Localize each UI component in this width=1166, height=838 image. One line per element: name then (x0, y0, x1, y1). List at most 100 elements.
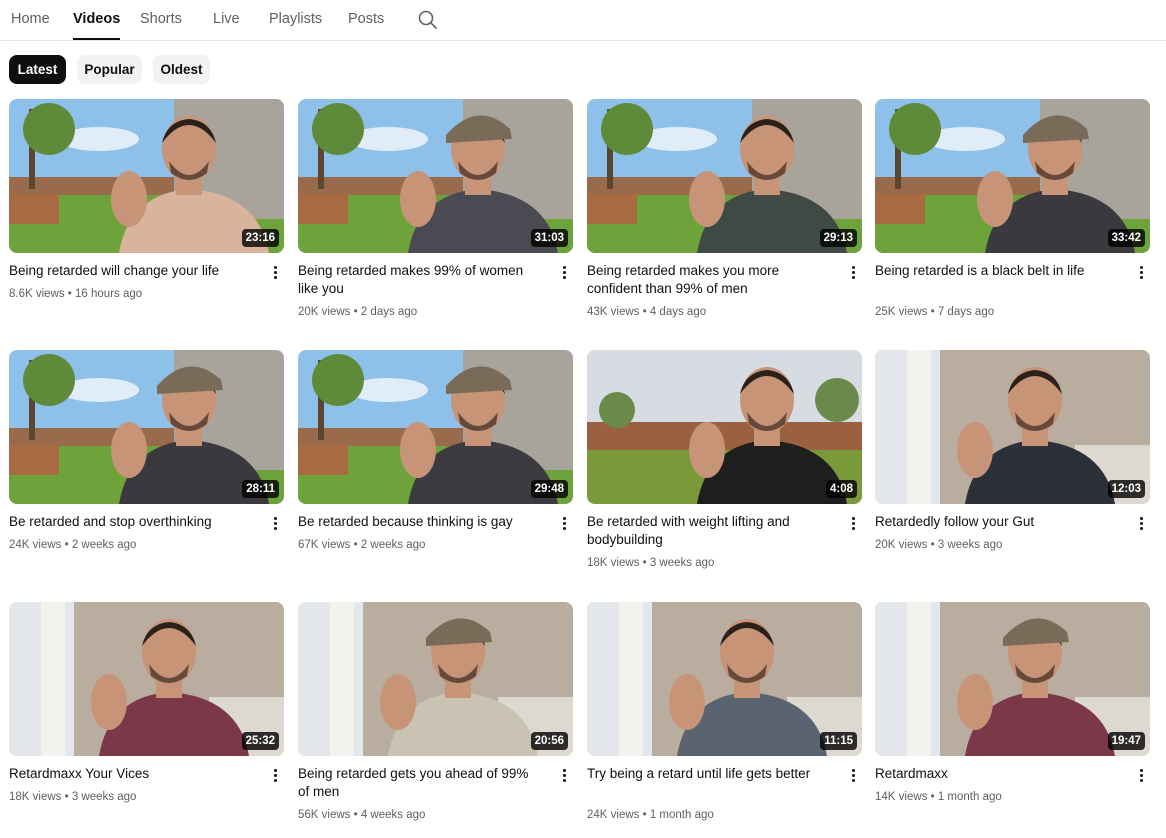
more-options-icon[interactable] (556, 515, 572, 535)
meta-separator: • (61, 791, 72, 803)
video-view-count: 25K views (875, 306, 928, 318)
video-card[interactable]: 12:03 Retardedly follow your Gut 20K views… (875, 350, 1150, 590)
more-options-icon[interactable] (267, 515, 283, 535)
video-upload-age: 2 weeks ago (71, 539, 137, 551)
video-thumbnail[interactable]: 31:03 (298, 99, 573, 253)
video-metadata: 20K views • 3 weeks ago (875, 537, 1002, 553)
video-card[interactable]: 19:47 Retardmaxx 14K views • 1 month ago (875, 602, 1150, 838)
video-duration-badge: 20:56 (530, 732, 568, 750)
more-options-icon[interactable] (845, 515, 861, 535)
video-thumbnail[interactable]: 29:13 (587, 99, 862, 253)
tab-live[interactable]: Live (213, 0, 240, 40)
tab-posts[interactable]: Posts (348, 0, 384, 40)
video-duration-badge: 4:08 (825, 480, 857, 498)
video-view-count: 56K views (298, 809, 351, 821)
meta-separator: • (350, 809, 361, 821)
more-options-icon[interactable] (1133, 515, 1149, 535)
video-card[interactable]: 29:48 Be retarded because thinking is gay… (298, 350, 573, 590)
tab-shorts[interactable]: Shorts (140, 0, 182, 40)
video-upload-age: 3 weeks ago (937, 539, 1003, 551)
chip-latest[interactable]: Latest (9, 55, 66, 84)
video-card[interactable]: 23:16 Being retarded will change your lif… (9, 99, 284, 339)
video-title[interactable]: Being retarded makes you more confident … (587, 262, 827, 298)
video-title[interactable]: Retardedly follow your Gut (875, 513, 1115, 531)
video-card[interactable]: 25:32 Retardmaxx Your Vices 18K views • 3 … (9, 602, 284, 838)
more-options-icon[interactable] (845, 264, 861, 284)
video-duration-badge: 33:42 (1107, 229, 1145, 247)
video-duration-badge: 31:03 (530, 229, 568, 247)
video-thumbnail[interactable]: 28:11 (9, 350, 284, 504)
video-metadata: 24K views • 1 month ago (587, 807, 714, 823)
chip-popular[interactable]: Popular (77, 55, 142, 84)
video-card[interactable]: 28:11 Be retarded and stop overthinking 24… (9, 350, 284, 590)
video-thumbnail[interactable]: 29:48 (298, 350, 573, 504)
video-title[interactable]: Being retarded is a black belt in life (875, 262, 1115, 280)
tab-playlists[interactable]: Playlists (269, 0, 322, 40)
video-card[interactable]: 29:13 Being retarded makes you more confi… (587, 99, 862, 339)
video-card[interactable]: 33:42 Being retarded is a black belt in l… (875, 99, 1150, 339)
more-options-icon[interactable] (1133, 767, 1149, 787)
video-thumbnail[interactable]: 20:56 (298, 602, 573, 756)
video-upload-age: 16 hours ago (75, 288, 143, 300)
tab-home[interactable]: Home (11, 0, 50, 40)
meta-separator: • (61, 539, 72, 551)
more-options-icon[interactable] (267, 264, 283, 284)
video-view-count: 67K views (298, 539, 351, 551)
video-duration-badge: 12:03 (1107, 480, 1145, 498)
video-thumbnail[interactable]: 19:47 (875, 602, 1150, 756)
video-title[interactable]: Being retarded will change your life (9, 262, 249, 280)
video-metadata: 8.6K views • 16 hours ago (9, 286, 142, 302)
video-title[interactable]: Try being a retard until life gets bette… (587, 765, 827, 783)
more-options-icon[interactable] (845, 767, 861, 787)
chip-oldest[interactable]: Oldest (153, 55, 210, 84)
video-title[interactable]: Be retarded because thinking is gay (298, 513, 538, 531)
video-metadata: 67K views • 2 weeks ago (298, 537, 425, 553)
video-view-count: 43K views (587, 306, 640, 318)
video-metadata: 20K views • 2 days ago (298, 304, 417, 320)
video-card[interactable]: 11:15 Try being a retard until life gets … (587, 602, 862, 838)
video-metadata: 24K views • 2 weeks ago (9, 537, 136, 553)
search-icon[interactable] (417, 9, 439, 31)
video-card[interactable]: 31:03 Being retarded makes 99% of women l… (298, 99, 573, 339)
more-options-icon[interactable] (556, 264, 572, 284)
meta-separator: • (927, 791, 938, 803)
video-thumbnail[interactable]: 12:03 (875, 350, 1150, 504)
video-thumbnail[interactable]: 11:15 (587, 602, 862, 756)
video-title[interactable]: Being retarded gets you ahead of 99% of … (298, 765, 538, 801)
video-duration-badge: 25:32 (241, 732, 279, 750)
video-view-count: 24K views (587, 809, 640, 821)
meta-separator: • (350, 306, 361, 318)
video-card[interactable]: 4:08 Be retarded with weight lifting and … (587, 350, 862, 590)
meta-separator: • (927, 306, 938, 318)
meta-separator: • (350, 539, 361, 551)
video-upload-age: 3 weeks ago (71, 791, 137, 803)
video-title[interactable]: Being retarded makes 99% of women like y… (298, 262, 538, 298)
video-thumbnail[interactable]: 33:42 (875, 99, 1150, 253)
video-upload-age: 1 month ago (649, 809, 714, 821)
video-title[interactable]: Be retarded and stop overthinking (9, 513, 249, 531)
video-title[interactable]: Retardmaxx Your Vices (9, 765, 249, 783)
video-duration-badge: 28:11 (242, 480, 279, 498)
more-options-icon[interactable] (267, 767, 283, 787)
video-thumbnail[interactable]: 23:16 (9, 99, 284, 253)
video-title[interactable]: Retardmaxx (875, 765, 1115, 783)
video-thumbnail[interactable]: 4:08 (587, 350, 862, 504)
meta-separator: • (64, 288, 76, 300)
video-thumbnail[interactable]: 25:32 (9, 602, 284, 756)
more-options-icon[interactable] (1133, 264, 1149, 284)
video-metadata: 43K views • 4 days ago (587, 304, 706, 320)
video-upload-age: 4 weeks ago (360, 809, 426, 821)
video-upload-age: 4 days ago (649, 306, 707, 318)
meta-separator: • (927, 539, 938, 551)
video-duration-badge: 23:16 (241, 229, 279, 247)
video-card[interactable]: 20:56 Being retarded gets you ahead of 99… (298, 602, 573, 838)
meta-separator: • (639, 306, 650, 318)
video-upload-age: 2 weeks ago (360, 539, 426, 551)
more-options-icon[interactable] (556, 767, 572, 787)
video-duration-badge: 19:47 (1107, 732, 1145, 750)
tab-videos[interactable]: Videos (73, 0, 121, 40)
video-upload-age: 1 month ago (937, 791, 1002, 803)
video-view-count: 20K views (298, 306, 351, 318)
video-title[interactable]: Be retarded with weight lifting and body… (587, 513, 827, 549)
video-view-count: 8.6K views (9, 288, 65, 300)
